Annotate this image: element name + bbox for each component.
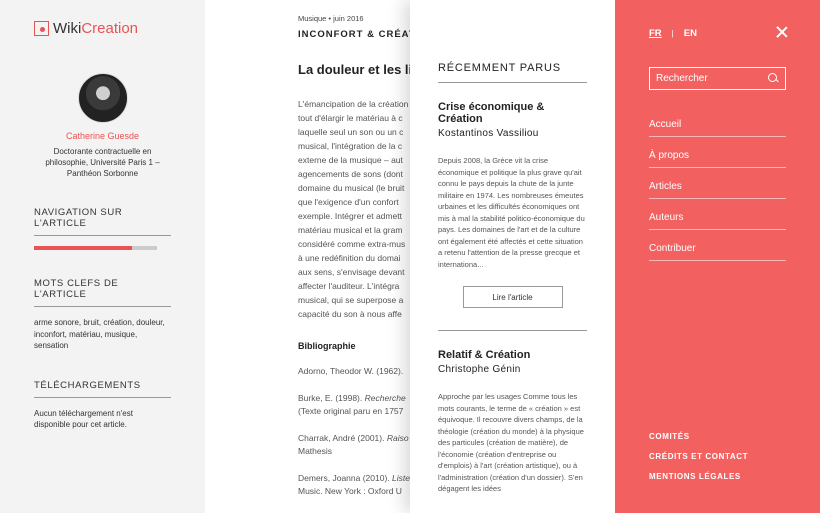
lang-fr-link[interactable]: FR xyxy=(649,28,662,39)
ref-text: Charrak, André (2001). xyxy=(298,433,387,443)
ref-text: Burke, E. (1998). xyxy=(298,393,365,403)
logo-word-creation: Creation xyxy=(81,20,139,37)
read-article-button[interactable]: Lire l'article xyxy=(462,286,563,308)
logo-icon xyxy=(34,21,49,36)
card-author[interactable]: Kostantinos Vassiliou xyxy=(438,128,587,139)
downloads-section: TÉLÉCHARGEMENTS Aucun téléchargement n'e… xyxy=(34,380,171,431)
body-line: que l'exigence d'un confort xyxy=(298,197,399,207)
card-title[interactable]: Crise économique & Création xyxy=(438,101,587,125)
bibliography-entry: Adorno, Theodor W. (1962). xyxy=(298,365,410,378)
author-avatar[interactable] xyxy=(77,73,128,123)
menu-item-articles[interactable]: Articles xyxy=(649,176,786,199)
downloads-text: Aucun téléchargement n'est disponible po… xyxy=(34,408,133,430)
body-line: musical, qui se superpose a xyxy=(298,295,404,305)
body-line: domaine du musical (le bruit xyxy=(298,183,405,193)
navigation-title: NAVIGATION SUR L'ARTICLE xyxy=(34,207,171,236)
body-line: considéré comme extra-mus xyxy=(298,239,406,249)
bibliography-entry: Demers, Joanna (2010). Liste Music. New … xyxy=(298,472,410,498)
bibliography-entry: Charrak, André (2001). Raiso Mathesis xyxy=(298,432,410,458)
ref-italic: Liste xyxy=(392,473,410,483)
lang-separator: | xyxy=(671,29,674,38)
menu-list: Accueil À propos Articles Auteurs Contri… xyxy=(649,114,786,261)
keywords-section: MOTS CLEFS DE L'ARTICLE arme sonore, bru… xyxy=(34,278,171,352)
body-line: musical, l'intégration de la c xyxy=(298,141,403,151)
card-title[interactable]: Relatif & Création xyxy=(438,349,587,361)
article-body: L'émancipation de la création tout d'éla… xyxy=(298,97,410,321)
body-line: agencements de sons (dont xyxy=(298,169,403,179)
card-author[interactable]: Christophe Génin xyxy=(438,364,587,375)
card-divider xyxy=(438,330,587,331)
author-sidebar: Wiki Creation Catherine Guesde Doctorante… xyxy=(0,0,205,513)
language-switcher: FR | EN xyxy=(649,28,786,39)
article-rubric: INCONFORT & CRÉATION xyxy=(298,29,410,40)
footer-links: COMITÉS CRÉDITS ET CONTACT MENTIONS LÉGA… xyxy=(649,432,748,492)
menu-item-auteurs[interactable]: Auteurs xyxy=(649,207,786,230)
body-line: L'émancipation de la création xyxy=(298,99,409,109)
footer-link-credits[interactable]: CRÉDITS ET CONTACT xyxy=(649,452,748,461)
article-title: La douleur et les limites xyxy=(298,62,410,77)
ref-rest: Music. New York : Oxford U xyxy=(298,486,402,496)
body-line: affecter l'auditeur. L'intégra xyxy=(298,281,400,291)
bibliography-title: Bibliographie xyxy=(298,341,356,351)
main-menu-panel: FR | EN Accueil À propos Articles Auteur… xyxy=(615,0,820,513)
recent-articles-panel: RÉCEMMENT PARUS Crise économique & Créat… xyxy=(410,0,615,513)
body-line: tout d'élargir le matériau à c xyxy=(298,113,403,123)
footer-link-mentions[interactable]: MENTIONS LÉGALES xyxy=(649,472,748,481)
body-line: laquelle seul un son ou un c xyxy=(298,127,404,137)
keywords-list[interactable]: arme sonore, bruit, création, douleur, i… xyxy=(34,317,171,352)
article-meta: Musique • juin 2016 xyxy=(298,14,364,23)
ref-rest: (Texte original paru en 1757 xyxy=(298,406,404,416)
recent-heading: RÉCEMMENT PARUS xyxy=(438,62,587,83)
body-line: capacité du son à nous affe xyxy=(298,309,402,319)
lang-en-link[interactable]: EN xyxy=(684,28,697,39)
footer-link-comites[interactable]: COMITÉS xyxy=(649,432,748,441)
site-logo[interactable]: Wiki Creation xyxy=(34,20,171,37)
search-input[interactable] xyxy=(656,73,768,84)
body-line: exemple. Intégrer et admett xyxy=(298,211,402,221)
search-icon[interactable] xyxy=(768,73,779,84)
downloads-title: TÉLÉCHARGEMENTS xyxy=(34,380,171,398)
menu-item-contribuer[interactable]: Contribuer xyxy=(649,238,786,261)
ref-italic: Recherche xyxy=(364,393,406,403)
menu-item-a-propos[interactable]: À propos xyxy=(649,145,786,168)
reading-progress-fill xyxy=(34,246,133,250)
article-content: Musique • juin 2016 INCONFORT & CRÉATION… xyxy=(205,0,410,513)
recent-article-card: Relatif & Création Christophe Génin Appr… xyxy=(438,349,587,495)
body-line: externe de la musique – aut xyxy=(298,155,403,165)
body-line: aux sens, s'envisage devant xyxy=(298,267,405,277)
card-excerpt: Approche par les usages Comme tous les m… xyxy=(438,392,584,493)
recent-article-card: Crise économique & Création Kostantinos … xyxy=(438,101,587,308)
reading-progress-bar[interactable] xyxy=(34,246,157,250)
keywords-title: MOTS CLEFS DE L'ARTICLE xyxy=(34,278,171,307)
body-line: à une redéfinition du domai xyxy=(298,253,401,263)
ref-rest: Mathesis xyxy=(298,446,333,456)
logo-word-wiki: Wiki xyxy=(53,20,82,37)
author-name[interactable]: Catherine Guesde xyxy=(34,131,171,141)
card-excerpt: Depuis 2008, la Grèce vit la crise écono… xyxy=(438,156,585,269)
author-description: Doctorante contractuelle en philosophie,… xyxy=(45,147,160,178)
bibliography-entry: Burke, E. (1998). Recherche (Texte origi… xyxy=(298,392,410,418)
ref-italic: Raiso xyxy=(386,433,409,443)
body-line: matériau musical et la gram xyxy=(298,225,403,235)
ref-text: Adorno, Theodor W. (1962). xyxy=(298,366,404,376)
article-navigation: NAVIGATION SUR L'ARTICLE xyxy=(34,207,171,250)
close-icon[interactable] xyxy=(776,26,788,38)
search-box xyxy=(649,67,786,90)
menu-item-accueil[interactable]: Accueil xyxy=(649,114,786,137)
ref-text: Demers, Joanna (2010). xyxy=(298,473,393,483)
